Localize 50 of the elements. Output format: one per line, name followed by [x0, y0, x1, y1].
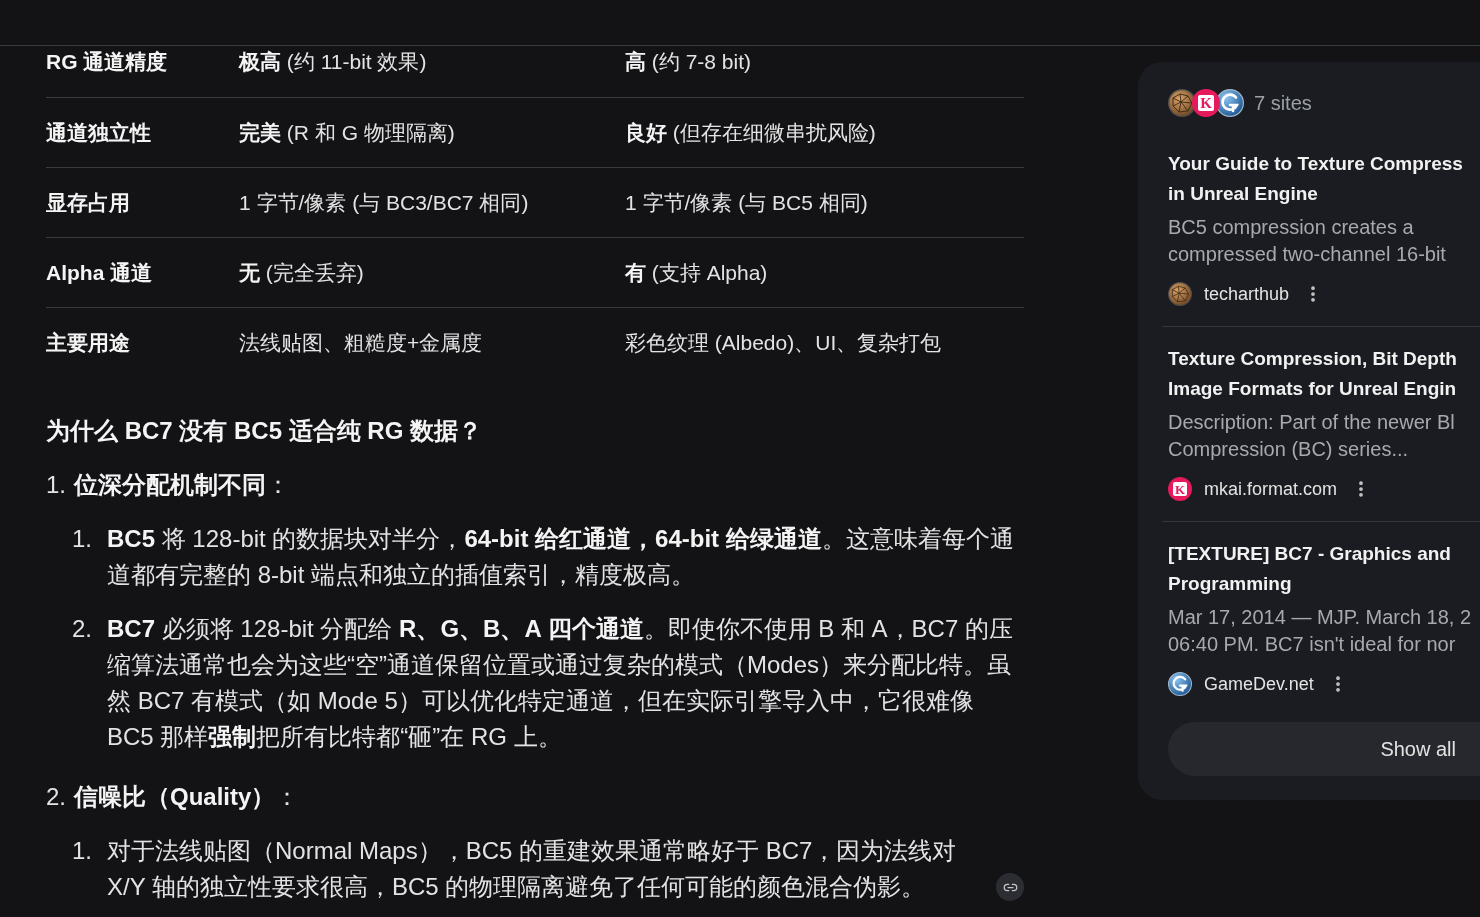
list-item-text: BC7 必须将 128-bit 分配给 R、G、B、A 四个通道。即使你不使用 B 和 A，BC7 的压缩算法通常也会为这些“空”通道保留位置或通过复杂的模式（Modes）来分配比特。虽然 BC7 有模式（如 Mode 5）可以优化特定通道，但在实际引擎导入中，它很难像 BC5 那样强制把所有比特都“砸”在 RG 上。: [107, 614, 1014, 752]
table-cell-text: 无 (完全丢弃): [239, 260, 364, 286]
list-number: 1.: [72, 525, 92, 552]
site-name[interactable]: GameDev.net: [1204, 673, 1314, 695]
swirl-logo-icon: [1168, 672, 1192, 696]
source-title[interactable]: [TEXTURE] BC7 - Graphics and: [1168, 539, 1451, 569]
source-title[interactable]: in Unreal Engine: [1168, 179, 1318, 209]
list-number: 2.: [46, 783, 66, 810]
point-heading: 位深分配机制不同：: [74, 470, 290, 500]
table-cell-text: 彩色纹理 (Albedo)、UI、复杂打包: [625, 330, 942, 356]
geodesic-sphere-icon: [1168, 282, 1192, 306]
site-name[interactable]: techarthub: [1204, 283, 1290, 305]
source-snippet: compressed two-channel 16-bit: [1168, 242, 1446, 267]
table-row-label: RG 通道精度: [46, 49, 168, 75]
list-number: 1.: [72, 837, 92, 864]
geodesic-sphere-icon: [1168, 89, 1196, 117]
link-icon[interactable]: [996, 873, 1024, 901]
site-name[interactable]: mkai.format.com: [1204, 478, 1338, 500]
table-cell-text: 极高 (约 11-bit 效果): [239, 49, 427, 75]
swirl-logo-icon: [1216, 89, 1244, 117]
source-snippet: Mar 17, 2014 — MJP. March 18, 2: [1168, 605, 1472, 630]
source-title[interactable]: Image Formats for Unreal Engin: [1168, 374, 1457, 404]
source-title[interactable]: Programming: [1168, 569, 1292, 599]
list-item-text: 对于法线贴图（Normal Maps），BC5 的重建效果通常略好于 BC7，因为法线对 X/Y 轴的独立性要求很高，BC5 的物理隔离避免了任何可能的颜色混合伪影。: [107, 836, 958, 902]
table-cell-text: 有 (支持 Alpha): [625, 260, 768, 286]
source-snippet: 06:40 PM. BC7 isn't ideal for nor: [1168, 632, 1456, 657]
list-number: 1.: [46, 471, 66, 498]
table-cell-text: 良好 (但存在细微串扰风险): [625, 120, 876, 146]
point-heading: 信噪比（Quality）：: [74, 782, 300, 812]
letter-logo: K: [1192, 89, 1220, 117]
list-item-text: BC5 将 128-bit 的数据块对半分，64-bit 给红通道，64-bit 给绿通道。这意味着每个通道都有完整的 8-bit 端点和独立的插值索引，精度极高。: [107, 524, 1015, 590]
source-title[interactable]: Texture Compression, Bit Depth: [1168, 344, 1457, 374]
show-all-button[interactable]: Show all: [1168, 722, 1480, 776]
table-cell-text: 完美 (R 和 G 物理隔离): [239, 120, 455, 146]
letter-logo: K: [1168, 477, 1192, 501]
table-cell-text: 法线贴图、粗糙度+金属度: [239, 330, 483, 356]
table-cell-text: 1 字节/像素 (与 BC3/BC7 相同): [239, 190, 529, 216]
source-snippet: BC5 compression creates a: [1168, 215, 1414, 240]
table-row-label: Alpha 通道: [46, 260, 153, 286]
table-cell-text: 高 (约 7-8 bit): [625, 49, 752, 75]
table-row-label: 通道独立性: [46, 120, 151, 146]
source-title[interactable]: Your Guide to Texture Compress: [1168, 149, 1463, 179]
sites-count[interactable]: 7 sites: [1254, 91, 1312, 115]
list-number: 2.: [72, 615, 92, 642]
table-row-label: 显存占用: [46, 190, 130, 216]
source-snippet: Compression (BC) series...: [1168, 437, 1409, 462]
table-cell-text: 1 字节/像素 (与 BC5 相同): [625, 190, 868, 216]
source-snippet: Description: Part of the newer Bl: [1168, 410, 1455, 435]
table-row-label: 主要用途: [46, 330, 130, 356]
section-heading: 为什么 BC7 没有 BC5 适合纯 RG 数据？: [46, 416, 483, 446]
